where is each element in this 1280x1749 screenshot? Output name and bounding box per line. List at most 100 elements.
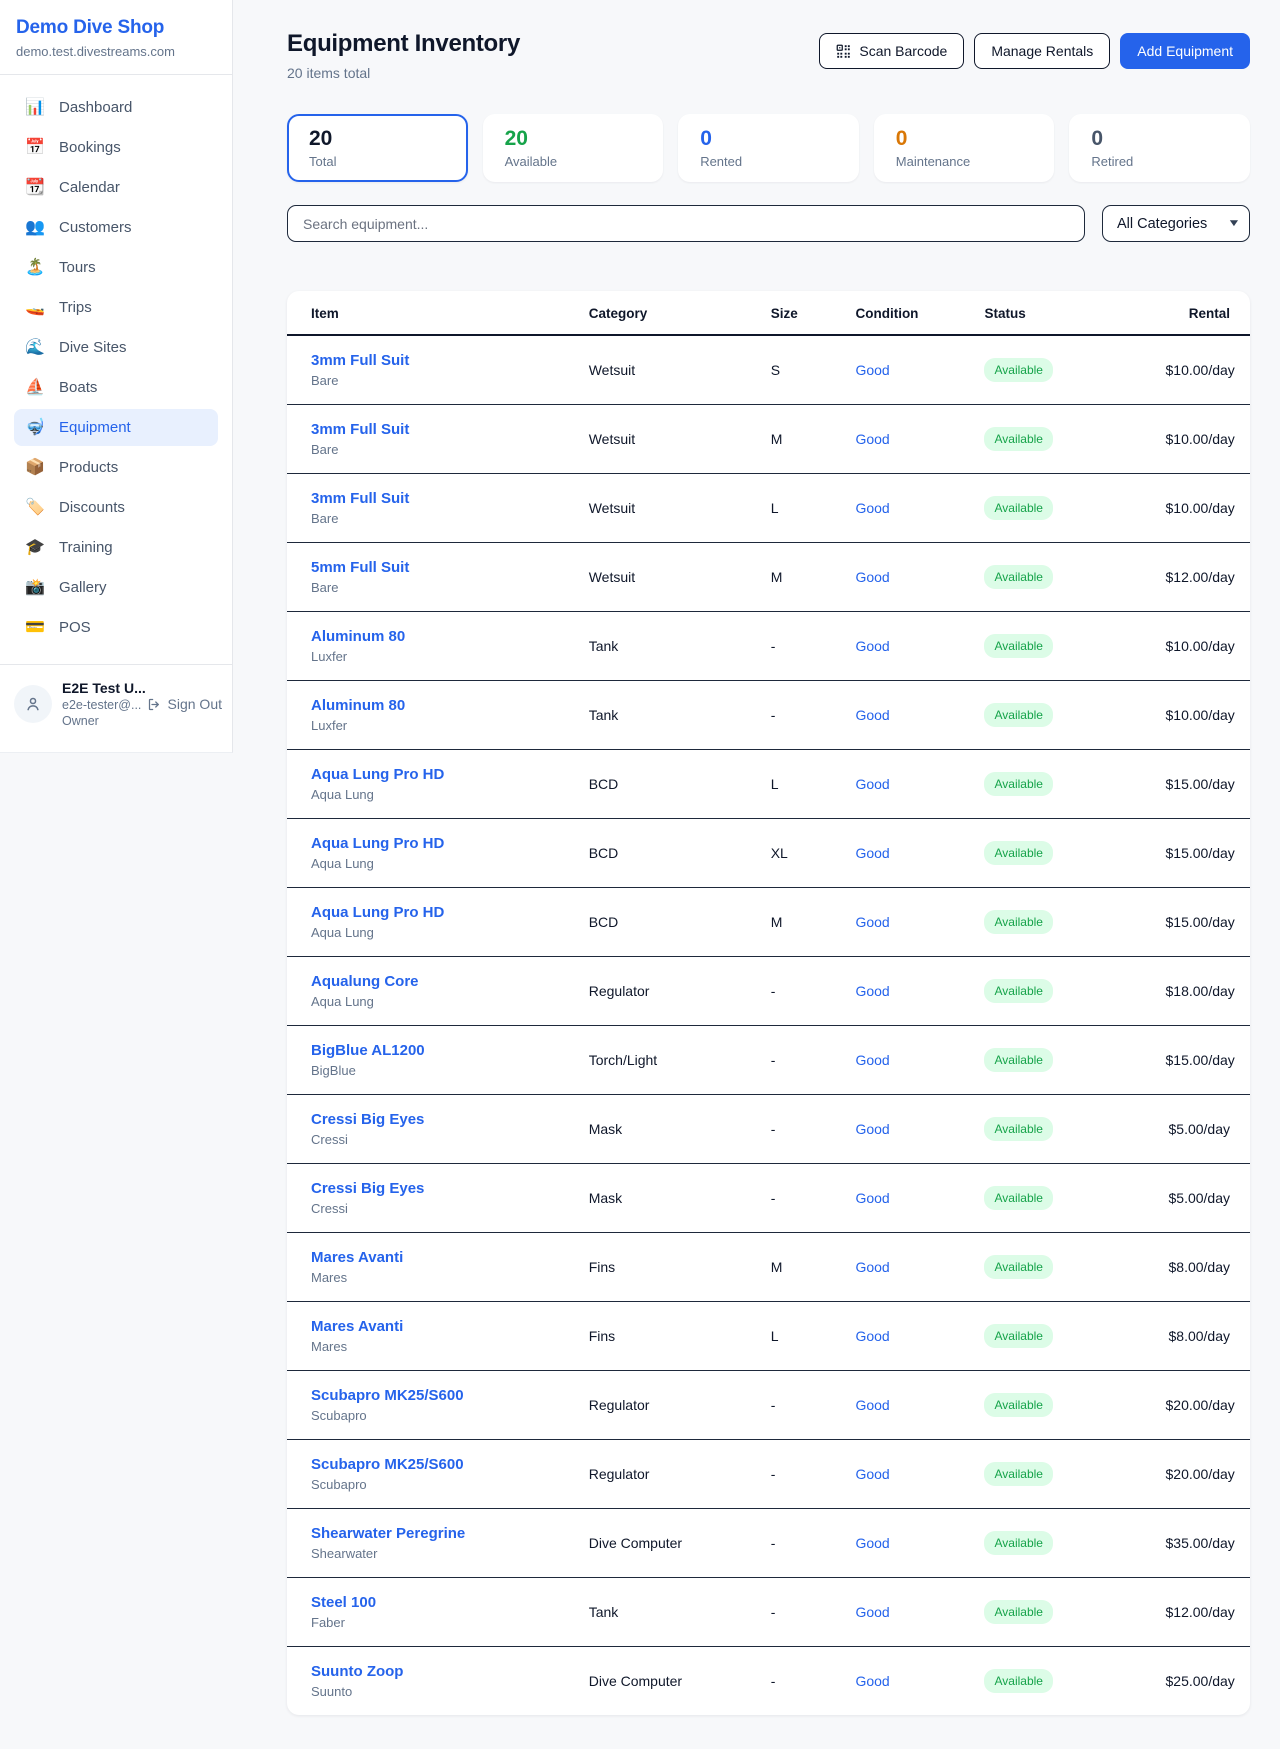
item-name-link[interactable]: Aluminum 80 (311, 697, 405, 714)
sidebar-item-pos[interactable]: 💳 POS (14, 609, 218, 646)
item-condition-link[interactable]: Good (855, 1397, 889, 1413)
table-row[interactable]: Suunto Zoop Suunto Dive Computer - Good … (287, 1646, 1250, 1715)
stat-card-available[interactable]: 20 Available (483, 114, 664, 182)
sidebar-item-training[interactable]: 🎓 Training (14, 529, 218, 566)
stat-card-rented[interactable]: 0 Rented (678, 114, 859, 182)
table-row[interactable]: Scubapro MK25/S600 Scubapro Regulator - … (287, 1439, 1250, 1508)
table-row[interactable]: Shearwater Peregrine Shearwater Dive Com… (287, 1508, 1250, 1577)
table-row[interactable]: 3mm Full Suit Bare Wetsuit M Good Availa… (287, 404, 1250, 473)
stat-card-maintenance[interactable]: 0 Maintenance (874, 114, 1055, 182)
sign-out-button[interactable]: Sign Out (147, 696, 222, 712)
table-row[interactable]: 3mm Full Suit Bare Wetsuit L Good Availa… (287, 473, 1250, 542)
item-name-link[interactable]: Mares Avanti (311, 1318, 403, 1335)
sidebar-item-customers[interactable]: 👥 Customers (14, 209, 218, 246)
sidebar-nav: 📊 Dashboard 📅 Bookings 📆 Calendar 👥 Cust… (0, 75, 232, 655)
item-name-link[interactable]: Steel 100 (311, 1594, 376, 1611)
status-badge: Available (984, 427, 1052, 451)
table-row[interactable]: Cressi Big Eyes Cressi Mask - Good Avail… (287, 1094, 1250, 1163)
item-name-link[interactable]: 3mm Full Suit (311, 490, 409, 507)
item-condition-link[interactable]: Good (855, 776, 889, 792)
item-name-link[interactable]: 3mm Full Suit (311, 421, 409, 438)
item-name-link[interactable]: 5mm Full Suit (311, 559, 409, 576)
item-name-link[interactable]: Scubapro MK25/S600 (311, 1456, 464, 1473)
table-row[interactable]: Aqua Lung Pro HD Aqua Lung BCD L Good Av… (287, 749, 1250, 818)
table-row[interactable]: Mares Avanti Mares Fins M Good Available… (287, 1232, 1250, 1301)
item-condition-link[interactable]: Good (855, 1259, 889, 1275)
bar-chart-icon: 📊 (25, 100, 45, 116)
sidebar-item-label: POS (59, 619, 91, 636)
sidebar-item-calendar[interactable]: 📆 Calendar (14, 169, 218, 206)
table-row[interactable]: 5mm Full Suit Bare Wetsuit M Good Availa… (287, 542, 1250, 611)
manage-rentals-button[interactable]: Manage Rentals (974, 33, 1110, 69)
item-condition-link[interactable]: Good (855, 1052, 889, 1068)
table-row[interactable]: Mares Avanti Mares Fins L Good Available… (287, 1301, 1250, 1370)
item-size: - (763, 680, 848, 749)
stat-card-retired[interactable]: 0 Retired (1069, 114, 1250, 182)
item-name-link[interactable]: Cressi Big Eyes (311, 1180, 424, 1197)
item-condition-link[interactable]: Good (855, 914, 889, 930)
item-name-link[interactable]: Aqua Lung Pro HD (311, 766, 444, 783)
table-row[interactable]: Aqualung Core Aqua Lung Regulator - Good… (287, 956, 1250, 1025)
sidebar-item-dashboard[interactable]: 📊 Dashboard (14, 89, 218, 126)
item-condition-link[interactable]: Good (855, 500, 889, 516)
brand[interactable]: Demo Dive Shop (16, 17, 216, 39)
stat-card-total[interactable]: 20 Total (287, 114, 468, 182)
table-row[interactable]: Aluminum 80 Luxfer Tank - Good Available… (287, 611, 1250, 680)
item-name-link[interactable]: Aluminum 80 (311, 628, 405, 645)
search-input[interactable] (287, 205, 1085, 242)
sidebar-item-trips[interactable]: 🚤 Trips (14, 289, 218, 326)
add-equipment-button[interactable]: Add Equipment (1120, 33, 1250, 69)
stat-label: Total (309, 154, 446, 169)
item-name-link[interactable]: Aqualung Core (311, 973, 419, 990)
item-size: L (763, 749, 848, 818)
item-name-link[interactable]: Aqua Lung Pro HD (311, 835, 444, 852)
status-badge: Available (984, 1600, 1052, 1624)
item-condition-link[interactable]: Good (855, 1673, 889, 1689)
item-condition-link[interactable]: Good (855, 707, 889, 723)
item-condition-link[interactable]: Good (855, 362, 889, 378)
item-size: - (763, 1370, 848, 1439)
table-row[interactable]: Aqua Lung Pro HD Aqua Lung BCD M Good Av… (287, 887, 1250, 956)
item-name-link[interactable]: Aqua Lung Pro HD (311, 904, 444, 921)
sidebar-item-discounts[interactable]: 🏷️ Discounts (14, 489, 218, 526)
item-condition-link[interactable]: Good (855, 1604, 889, 1620)
item-condition-link[interactable]: Good (855, 1466, 889, 1482)
item-name-link[interactable]: Suunto Zoop (311, 1663, 403, 1680)
item-condition-link[interactable]: Good (855, 569, 889, 585)
sidebar-item-equipment[interactable]: 🤿 Equipment (14, 409, 218, 446)
item-condition-link[interactable]: Good (855, 983, 889, 999)
table-row[interactable]: BigBlue AL1200 BigBlue Torch/Light - Goo… (287, 1025, 1250, 1094)
stat-label: Retired (1091, 154, 1228, 169)
item-condition-link[interactable]: Good (855, 1535, 889, 1551)
equipment-table-card: Item Category Size Condition Status Rent… (287, 291, 1250, 1715)
stat-value: 20 (309, 127, 446, 151)
item-name-link[interactable]: Scubapro MK25/S600 (311, 1387, 464, 1404)
item-condition-link[interactable]: Good (855, 431, 889, 447)
item-condition-link[interactable]: Good (855, 1121, 889, 1137)
category-select[interactable]: All Categories ▼ (1102, 205, 1250, 242)
scan-barcode-button[interactable]: Scan Barcode (819, 33, 964, 69)
item-name-link[interactable]: Shearwater Peregrine (311, 1525, 465, 1542)
item-condition-link[interactable]: Good (855, 845, 889, 861)
table-row[interactable]: Cressi Big Eyes Cressi Mask - Good Avail… (287, 1163, 1250, 1232)
sidebar-item-tours[interactable]: 🏝️ Tours (14, 249, 218, 286)
table-row[interactable]: Aqua Lung Pro HD Aqua Lung BCD XL Good A… (287, 818, 1250, 887)
sidebar-item-bookings[interactable]: 📅 Bookings (14, 129, 218, 166)
table-row[interactable]: Scubapro MK25/S600 Scubapro Regulator - … (287, 1370, 1250, 1439)
table-row[interactable]: Steel 100 Faber Tank - Good Available $1… (287, 1577, 1250, 1646)
item-name-link[interactable]: Mares Avanti (311, 1249, 403, 1266)
table-row[interactable]: Aluminum 80 Luxfer Tank - Good Available… (287, 680, 1250, 749)
sidebar-item-products[interactable]: 📦 Products (14, 449, 218, 486)
item-condition-link[interactable]: Good (855, 638, 889, 654)
item-name-link[interactable]: 3mm Full Suit (311, 352, 409, 369)
status-badge: Available (984, 1186, 1052, 1210)
sidebar-item-dive-sites[interactable]: 🌊 Dive Sites (14, 329, 218, 366)
sidebar-item-label: Discounts (59, 499, 125, 516)
sidebar-item-gallery[interactable]: 📸 Gallery (14, 569, 218, 606)
item-name-link[interactable]: Cressi Big Eyes (311, 1111, 424, 1128)
sidebar-item-boats[interactable]: ⛵ Boats (14, 369, 218, 406)
table-row[interactable]: 3mm Full Suit Bare Wetsuit S Good Availa… (287, 335, 1250, 404)
item-condition-link[interactable]: Good (855, 1328, 889, 1344)
item-name-link[interactable]: BigBlue AL1200 (311, 1042, 425, 1059)
item-condition-link[interactable]: Good (855, 1190, 889, 1206)
